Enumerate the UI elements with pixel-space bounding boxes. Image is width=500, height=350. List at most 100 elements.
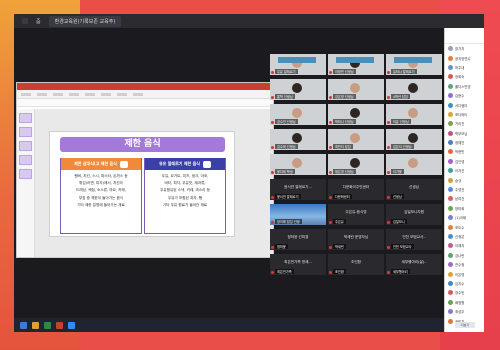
tile-caption: 박세린 xyxy=(333,244,346,249)
participant-item[interactable]: 최성우 xyxy=(445,307,484,316)
participant-name: 이예지 xyxy=(455,244,465,249)
avatar xyxy=(448,215,453,221)
avatar xyxy=(448,149,453,155)
participant-item[interactable]: 방미희 xyxy=(445,204,484,213)
participant-item[interactable]: 임지수 xyxy=(445,279,484,288)
video-tile[interactable]: 유하나 알레르기 xyxy=(386,54,442,75)
video-tile[interactable]: 우유 알레르기 xyxy=(270,54,326,75)
video-tile[interactable]: 강은영 선생님 xyxy=(328,79,384,100)
participant-face xyxy=(292,83,302,93)
video-tile[interactable]: 최은빈가족 한재... 최은빈가족 xyxy=(270,254,326,275)
video-tile[interactable]: 박하나 선생님 xyxy=(328,104,384,125)
video-tile[interactable]: 다문화이주민센터 다문화센터 xyxy=(328,179,384,200)
video-tile[interactable]: 조인환 조인환 xyxy=(328,254,384,275)
video-tile[interactable]: 김일모니지원 김일모니 xyxy=(386,204,442,225)
video-tile[interactable]: 윤다희 학생 xyxy=(270,154,326,175)
slide-thumbnail[interactable] xyxy=(19,141,32,151)
video-tile[interactable]: 정은영 선생님 xyxy=(328,154,384,175)
participant-item[interactable]: 서다정미 xyxy=(445,100,484,109)
video-tile[interactable]: 인천 모범교사.. 인천 모범교사 xyxy=(386,229,442,250)
video-tile[interactable]: 통학 선생님 xyxy=(270,79,326,100)
powerpoint-ribbon[interactable] xyxy=(17,90,273,99)
participant-face xyxy=(292,108,302,118)
taskbar xyxy=(14,318,444,332)
participant-item[interactable]: 전수정 xyxy=(445,260,484,269)
participant-item[interactable]: 배정원 xyxy=(445,298,484,307)
participant-item[interactable]: 포도수 xyxy=(445,222,484,231)
video-tile[interactable]: 주은유-음식영 주은유 xyxy=(328,204,384,225)
tile-caption: 통학 선생님 xyxy=(275,94,295,99)
participant-item[interactable]: 참가자 xyxy=(445,44,484,53)
video-tile[interactable]: 이유 선생님 xyxy=(386,104,442,125)
muted-mic-icon xyxy=(271,246,274,249)
tile-caption: 인천 모범교사 xyxy=(391,244,414,249)
participant-item[interactable]: 학부모님 xyxy=(445,129,484,138)
muted-mic-icon xyxy=(329,196,332,199)
participant-name: 장수민 xyxy=(455,291,465,296)
video-tile[interactable]: 강수진 선생님 xyxy=(270,104,326,125)
tile-caption: 다문화센터 xyxy=(333,194,352,199)
participant-name: 남여진 xyxy=(455,197,465,202)
video-tile[interactable]: 4학년 담임 xyxy=(386,79,442,100)
participant-name: 포다와티 xyxy=(455,112,468,117)
participant-item[interactable]: 이자진 xyxy=(445,166,484,175)
folder-icon[interactable] xyxy=(32,321,39,329)
tile-caption: 주은유 xyxy=(333,219,346,224)
muted-mic-icon xyxy=(271,196,274,199)
participant-name: 이자진 xyxy=(455,169,465,174)
chrome-icon[interactable] xyxy=(44,321,51,329)
video-tile[interactable]: 김은지 선생님 xyxy=(386,129,442,150)
participant-item[interactable]: 주영진 xyxy=(445,185,484,194)
participant-item[interactable]: 폴더스빈영 xyxy=(445,82,484,91)
tile-caption: 장이레 담임 선생 xyxy=(275,219,302,224)
slide-thumbnail[interactable] xyxy=(19,155,32,165)
video-tile[interactable]: 이정민 선생님 xyxy=(328,54,384,75)
participant-item[interactable]: 거리진 xyxy=(445,119,484,128)
video-tile[interactable]: 최민지 담임 xyxy=(328,129,384,150)
participant-item[interactable]: 정예진 xyxy=(445,138,484,147)
participant-item[interactable]: 이예지 xyxy=(445,241,484,250)
windows-start-icon[interactable] xyxy=(20,321,27,329)
participant-item[interactable]: 하주대 xyxy=(445,63,484,72)
powerpoint-toolbar[interactable] xyxy=(17,99,273,107)
participant-item[interactable]: 장희숙 xyxy=(445,72,484,81)
participant-item[interactable]: 송규 xyxy=(445,175,484,184)
right-column-text: 우유, 요거트, 치즈, 생크, 아포, 버터, 피자, 우유맛, 제과류, 우… xyxy=(160,174,210,207)
slide-thumbnail[interactable] xyxy=(19,169,32,179)
slide-thumbnail[interactable] xyxy=(19,113,32,123)
video-tile[interactable]: 선생님 선생님 xyxy=(386,179,442,200)
tile-caption: 강수진 선생님 xyxy=(275,119,298,124)
video-tile[interactable]: 이가윤 xyxy=(386,154,442,175)
tile-caption: 이유 선생님 xyxy=(391,119,411,124)
participant-item[interactable]: 장수민 xyxy=(445,288,484,297)
zoom-icon[interactable] xyxy=(68,321,75,329)
more-button[interactable]: 더보기 xyxy=(455,322,475,328)
shared-screen: 제한 음식 제한 삼대식(고 제한 음식 햄버, 치킨, 스시, 파스타, 돈까… xyxy=(16,82,274,258)
participant-item[interactable]: 박현민 xyxy=(445,147,484,156)
video-tile[interactable]: 김수희 선생님 xyxy=(270,129,326,150)
participant-item[interactable]: 김인영 xyxy=(445,157,484,166)
participant-item[interactable]: 공지양연수 xyxy=(445,53,484,62)
slide-canvas: 제한 음식 제한 삼대식(고 제한 음식 햄버, 치킨, 스시, 파스타, 돈까… xyxy=(49,131,235,237)
video-tile[interactable]: 정하윤 선미경 정하윤 xyxy=(270,229,326,250)
participant-item[interactable]: 강나린 xyxy=(445,251,484,260)
participant-item[interactable]: (1)국제 xyxy=(445,213,484,222)
video-tile[interactable]: 윤서연 알레르기... 윤서연 알레르기 xyxy=(270,179,326,200)
tile-caption: 정은영 선생님 xyxy=(333,169,356,174)
participant-name: 세부행아리(삶).. xyxy=(401,260,427,264)
participant-item[interactable]: 김현수 xyxy=(445,91,484,100)
video-tile[interactable]: 장이레 담임 선생 xyxy=(270,204,326,225)
participant-item[interactable]: 이은영 xyxy=(445,269,484,278)
participant-item[interactable]: 포다와티 xyxy=(445,110,484,119)
participant-item[interactable]: 남여진 xyxy=(445,194,484,203)
slide-thumbnail[interactable] xyxy=(19,127,32,137)
avatar xyxy=(448,158,453,164)
slide-thumbnails[interactable] xyxy=(17,109,35,257)
participant-item[interactable]: 신정은 xyxy=(445,232,484,241)
avatar xyxy=(448,205,453,211)
video-tile[interactable]: 박세린 운영자님 박세린 xyxy=(328,229,384,250)
video-tile[interactable]: 세부행아리(삶).. 세부행아리 xyxy=(386,254,442,275)
powerpoint-icon[interactable] xyxy=(56,321,63,329)
participant-name: 송규 xyxy=(455,178,462,183)
window-tab[interactable]: 환경교육원(기록보존 교육주) xyxy=(48,15,122,27)
